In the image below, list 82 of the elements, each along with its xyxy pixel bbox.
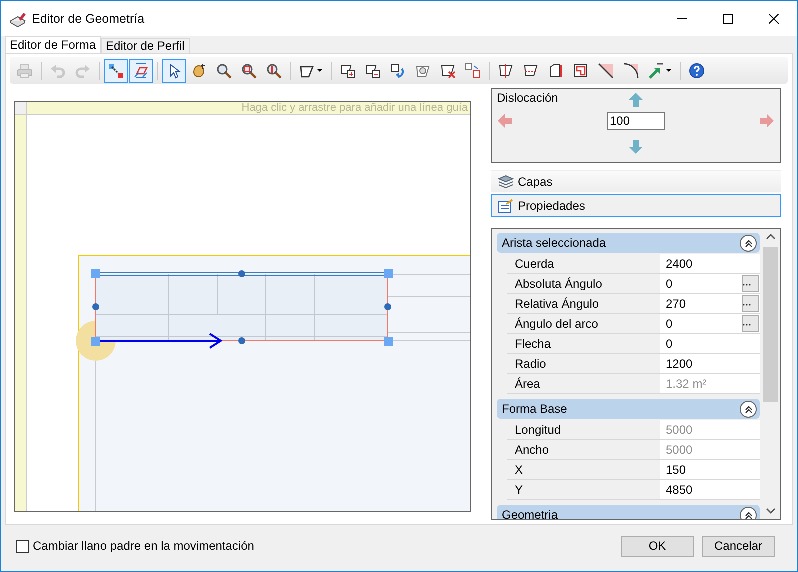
side-tab[interactable]: Propiedades xyxy=(491,194,781,217)
panel-title: Dislocación xyxy=(497,91,558,105)
maximize-icon xyxy=(723,14,733,24)
undo-icon xyxy=(50,62,66,78)
cut-shape-icon xyxy=(523,62,539,78)
window-title: Editor de Geometría xyxy=(32,12,146,26)
guide-hint: Haga clic y arrastre para añadir una línea guía xyxy=(242,102,469,114)
properties-icon xyxy=(498,198,514,214)
zoom-window-icon xyxy=(241,62,257,78)
scroll-up-icon xyxy=(766,234,776,240)
property-label: Longitud xyxy=(514,422,562,438)
property-label: Absoluta Ángulo xyxy=(514,276,604,292)
checkbox[interactable] xyxy=(16,540,29,552)
property-label: Relativa Ángulo xyxy=(514,296,600,312)
collapse-button[interactable] xyxy=(740,506,757,519)
scroll-down-icon xyxy=(766,508,776,514)
property-value: 5000 xyxy=(660,440,760,459)
section-title: Arista seleccionada xyxy=(502,236,608,250)
eraser-box-icon xyxy=(10,10,26,26)
property-value[interactable]: 0 xyxy=(660,274,760,293)
dxf-import-icon xyxy=(648,62,664,78)
right-arrow-icon xyxy=(759,113,775,129)
up-arrow-icon xyxy=(628,92,644,108)
rotate-icon xyxy=(390,62,406,78)
edge-split-icon xyxy=(133,62,149,78)
redo-icon xyxy=(75,62,91,78)
ok-button[interactable]: OK xyxy=(621,536,694,556)
help-icon xyxy=(689,62,705,78)
distance-field[interactable]: 100 xyxy=(607,112,665,130)
property-label: Cuerda xyxy=(514,256,556,272)
magnifier-icon xyxy=(216,62,232,78)
move-icon xyxy=(465,62,481,78)
delete-shape-icon xyxy=(440,62,456,78)
split-shape-icon xyxy=(498,62,514,78)
outline-icon xyxy=(573,62,589,78)
left-arrow-icon xyxy=(497,113,513,129)
edge-pencil-icon xyxy=(108,62,124,78)
minimize-icon xyxy=(677,18,687,19)
checkbox-label[interactable]: Cambiar llano padre en la movimentación xyxy=(33,539,254,553)
property-value[interactable]: 2400 xyxy=(660,254,760,273)
property-label: Ángulo del arco xyxy=(514,316,600,332)
property-value[interactable]: 0 xyxy=(660,334,760,353)
property-value[interactable]: 1200 xyxy=(660,354,760,373)
caret-icon xyxy=(666,69,672,72)
property-value[interactable]: 270 xyxy=(660,294,760,313)
caret-icon xyxy=(317,69,323,72)
property-value[interactable]: 0 xyxy=(660,314,760,333)
property-value[interactable]: 150 xyxy=(660,460,760,479)
property-value: 1.32 m² xyxy=(660,374,760,393)
add-vertex-icon xyxy=(340,62,356,78)
shape-drawing[interactable] xyxy=(76,269,393,361)
remove-vertex-icon xyxy=(365,62,381,78)
collapse-button[interactable] xyxy=(740,234,757,252)
property-label: X xyxy=(514,462,524,478)
zoom-extents-icon xyxy=(266,62,282,78)
tab[interactable]: Editor de Forma xyxy=(5,36,102,53)
down-arrow-icon xyxy=(628,138,644,154)
tab[interactable]: Editor de Perfil xyxy=(101,38,190,53)
collapse-button[interactable] xyxy=(740,400,757,418)
cancel-button[interactable]: Cancelar xyxy=(702,536,775,556)
property-label: Y xyxy=(514,482,524,498)
property-value[interactable]: 4850 xyxy=(660,480,760,499)
chamfer-icon xyxy=(598,62,614,78)
double-chevron-up-icon xyxy=(744,238,752,248)
property-value: 5000 xyxy=(660,420,760,439)
property-label: Radio xyxy=(514,356,548,372)
printer-icon xyxy=(17,62,33,78)
select-button[interactable] xyxy=(162,58,186,82)
side-tab[interactable]: Capas xyxy=(491,170,781,193)
double-chevron-up-icon xyxy=(744,404,752,414)
property-label: Área xyxy=(514,376,542,392)
close-icon xyxy=(769,14,779,24)
property-label: Flecha xyxy=(514,336,552,352)
edge-draw-button[interactable] xyxy=(104,58,128,82)
layers-icon xyxy=(498,174,514,190)
double-chevron-up-icon xyxy=(744,510,752,519)
section-title: Geometria xyxy=(502,508,560,519)
edge-shape-icon xyxy=(548,62,564,78)
section-title: Forma Base xyxy=(502,402,568,416)
property-label: Ancho xyxy=(514,442,550,458)
fillet-icon xyxy=(623,62,639,78)
edge-split-button[interactable] xyxy=(129,58,153,82)
